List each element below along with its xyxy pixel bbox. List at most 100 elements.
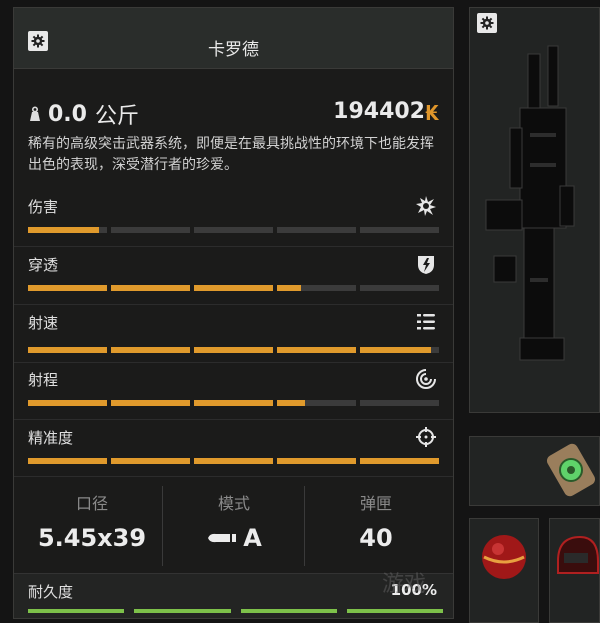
durability-value: 100% xyxy=(390,581,437,599)
stat-bar-segment xyxy=(277,227,356,233)
durability-segment xyxy=(240,609,337,613)
stat-bar-segment xyxy=(28,285,107,291)
panel-header: 卡罗德 xyxy=(14,8,453,69)
stat-label-penetration: 穿透 xyxy=(28,256,59,274)
spec-magazine: 弹匣 40 xyxy=(309,490,443,552)
stat-bar-damage xyxy=(28,227,439,233)
spec-fire-mode: 模式 A xyxy=(167,490,301,552)
stat-bar-fill xyxy=(28,227,100,233)
rate-of-fire-icon xyxy=(417,314,435,330)
stat-bar-fill xyxy=(111,285,190,291)
spec-fire-mode-value: A xyxy=(243,524,262,552)
stat-bar-fill xyxy=(194,458,273,464)
spec-fire-mode-header: 模式 xyxy=(217,494,250,513)
spec-separator xyxy=(304,486,305,566)
spec-magazine-header: 弹匣 xyxy=(359,494,392,513)
stat-label-rate-of-fire: 射速 xyxy=(28,314,59,332)
stat-bar-segment xyxy=(194,347,273,353)
spec-caliber: 口径 5.45x39 xyxy=(25,490,159,552)
spec-magazine-value: 40 xyxy=(359,524,393,552)
stat-bar-fill xyxy=(111,347,190,353)
stat-bar-fill xyxy=(28,347,107,353)
item-title: 卡罗德 xyxy=(208,40,259,60)
stat-bar-segment xyxy=(360,285,439,291)
stat-bar-segment xyxy=(111,458,190,464)
durability-segment xyxy=(346,609,443,613)
item-description: 稀有的高级突击武器系统，即便是在最具挑战性的环境下也能发挥出色的表现，深受潜行者… xyxy=(28,136,434,173)
stat-bar-segment xyxy=(360,400,439,406)
stat-bar-fill xyxy=(360,347,432,353)
stat-bar-fill xyxy=(194,285,273,291)
stat-bar-segment xyxy=(111,227,190,233)
divider xyxy=(14,419,453,420)
weapon-preview-slot[interactable] xyxy=(469,7,600,413)
stat-bar-segment xyxy=(194,458,273,464)
stat-bar-segment xyxy=(360,227,439,233)
weight-value: 0.0 xyxy=(48,101,87,127)
stat-bar-fill xyxy=(28,458,107,464)
stat-bar-segment xyxy=(277,458,356,464)
stat-label-range: 射程 xyxy=(28,371,59,389)
stat-bar-fill xyxy=(194,347,273,353)
stat-bar-fill xyxy=(111,458,190,464)
stat-bar-fill xyxy=(28,400,107,406)
stat-bar-fill xyxy=(277,458,356,464)
durability-segment xyxy=(28,609,125,613)
stat-bar-fill xyxy=(360,458,439,464)
stat-bar-fill xyxy=(194,400,273,406)
artifact-slot[interactable] xyxy=(469,518,539,623)
stat-bar-segment xyxy=(28,458,107,464)
stat-label-damage: 伤害 xyxy=(28,198,59,216)
spec-caliber-header: 口径 xyxy=(75,494,108,513)
divider xyxy=(14,476,453,477)
attachment-slot[interactable] xyxy=(469,436,600,506)
durability-segment xyxy=(134,609,231,613)
stat-bar-rate-of-fire xyxy=(28,347,439,353)
spec-separator xyxy=(162,486,163,566)
stat-bar-segment xyxy=(277,400,356,406)
stat-bar-segment xyxy=(194,400,273,406)
weight-unit: 公斤 xyxy=(94,104,139,129)
helmet-slot[interactable] xyxy=(549,518,600,623)
stat-bar-segment xyxy=(111,400,190,406)
stat-bar-fill xyxy=(277,400,305,406)
range-icon xyxy=(416,369,436,389)
armor-pierce-icon xyxy=(418,256,434,274)
stat-bar-segment xyxy=(277,347,356,353)
price-value: 194402 xyxy=(333,99,425,124)
rifle-icon xyxy=(485,45,575,361)
gear-icon[interactable] xyxy=(477,13,497,33)
stat-bar-segment xyxy=(194,227,273,233)
stat-bar-fill xyxy=(277,285,301,291)
stat-bar-fill xyxy=(28,285,107,291)
spec-caliber-value: 5.45x39 xyxy=(37,524,147,552)
divider xyxy=(14,246,453,247)
detector-icon xyxy=(546,443,596,497)
bullet-icon xyxy=(208,533,237,543)
item-info-panel: 卡罗德 0.0 公斤 194402 ₭ 稀有的高级突击武器系统，即便是在最具挑战… xyxy=(13,7,454,619)
stat-label-accuracy: 精准度 xyxy=(28,429,74,447)
stat-bar-segment xyxy=(111,285,190,291)
stat-bar-segment xyxy=(28,400,107,406)
durability-bar xyxy=(28,609,443,613)
artifact-icon xyxy=(482,535,526,579)
stat-bar-segment xyxy=(111,347,190,353)
stat-bar-segment xyxy=(360,458,439,464)
stat-bar-penetration xyxy=(28,285,439,291)
weight-icon xyxy=(30,106,40,121)
crosshair-icon xyxy=(416,427,436,447)
divider xyxy=(14,304,453,305)
stat-bar-fill xyxy=(111,400,190,406)
stat-bar-segment xyxy=(194,285,273,291)
stat-bar-segment xyxy=(277,285,356,291)
helmet-icon xyxy=(557,535,599,574)
explosion-icon xyxy=(416,196,436,216)
stat-bar-accuracy xyxy=(28,458,439,464)
divider xyxy=(14,362,453,363)
spec-fire-mode-value-row: A xyxy=(167,524,301,552)
currency-icon: ₭ xyxy=(425,101,439,125)
weight-row: 0.0 公斤 xyxy=(28,98,139,130)
stat-bar-segment xyxy=(28,227,107,233)
durability-footer: 耐久度 100% xyxy=(14,573,453,618)
stat-bar-fill xyxy=(277,347,356,353)
